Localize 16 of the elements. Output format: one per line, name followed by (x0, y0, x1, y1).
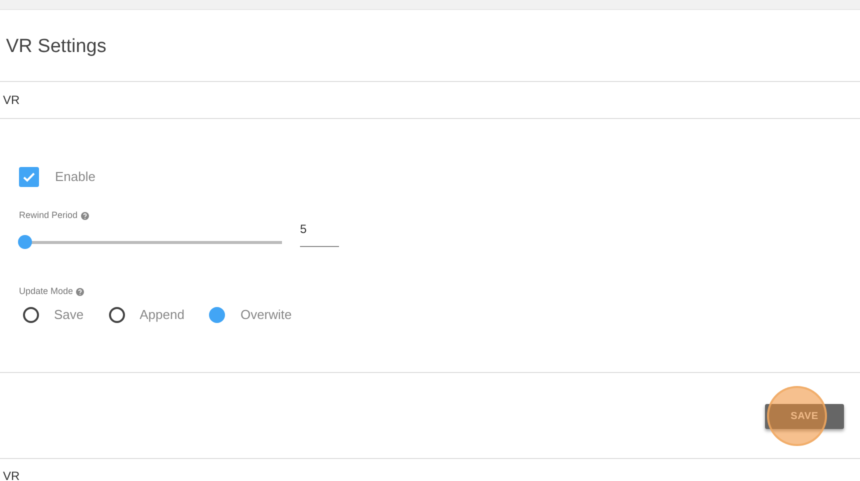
section-title: VR (2, 470, 21, 481)
field-label: Rewind Period (19, 208, 78, 222)
radio-label: Save (54, 306, 84, 324)
field-label: Update Mode (19, 285, 74, 298)
section-title: VR (2, 92, 21, 109)
radio-button[interactable] (209, 306, 226, 323)
slider-thumb[interactable] (18, 235, 32, 250)
help-icon[interactable] (80, 212, 89, 220)
radio-label: Overwite (240, 306, 292, 324)
page-title: VR Settings (5, 35, 108, 59)
radio-button[interactable] (108, 306, 125, 323)
radio-button[interactable] (23, 306, 39, 323)
radio-label: Append (140, 306, 184, 324)
enable-checkbox[interactable] (19, 166, 39, 187)
checkbox-label: Enable (55, 168, 96, 186)
help-icon[interactable] (76, 288, 84, 296)
